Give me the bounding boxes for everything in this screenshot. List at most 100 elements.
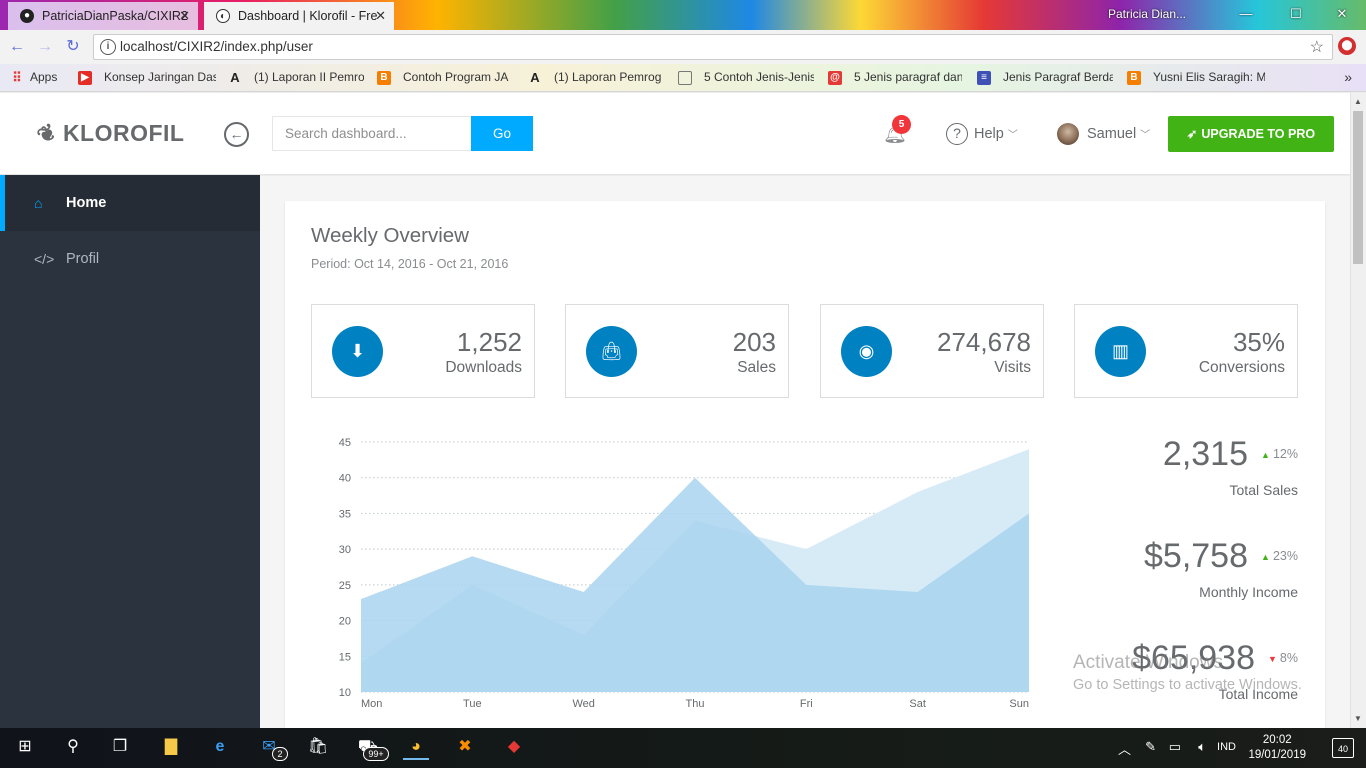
document-icon: ≡ [977,71,991,85]
arrow-left-circle-icon: ← [229,126,244,142]
metric-conversions: ▥ 35% Conversions [1074,304,1298,398]
sidebar: ⌂ Home </> Profil [0,175,260,728]
close-window-icon[interactable]: ✕ [1322,4,1362,24]
tab-title: Dashboard | Klorofil - Fre [238,9,378,23]
bookmark-item[interactable]: A (1) Laporan Pemrog [528,70,664,88]
bookmark-item[interactable]: B Contoh Program JA [377,70,511,88]
bookmark-star-icon[interactable]: ☆ [1310,37,1324,57]
forward-arrow-icon[interactable]: → [34,36,56,58]
bookmarks-bar: ⠿ Apps ▶ Konsep Jaringan Das A (1) Lapor… [0,64,1366,92]
stat-total-income: $65,938 ▼ 8% Total Income [1100,639,1300,709]
eye-icon: ◉ [841,326,892,377]
chrome-icon[interactable]: ◕ [403,734,429,760]
caret-up-icon: ▲ [1261,552,1270,562]
y-tick-label: 30 [339,544,351,556]
pen-tray-icon[interactable]: ✎ [1145,739,1156,755]
metric-value: 274,678 [937,327,1031,357]
task-view-icon[interactable]: ❐ [107,734,133,760]
browser-tab-github[interactable]: ● PatriciaDianPaska/CIXIR2 ✕ [8,2,198,30]
close-tab-icon[interactable]: ✕ [179,2,190,30]
x-tick-label: Mon [361,698,382,710]
edge-browser-icon[interactable]: e [207,734,233,760]
bookmark-item[interactable]: A (1) Laporan II Pemro [228,70,364,88]
extension-icon[interactable]: ⬤ [1338,37,1356,55]
url-omnibox[interactable]: i localhost/CIXIR2/index.php/user ☆ [93,34,1333,60]
y-tick-label: 20 [339,616,351,628]
volume-icon[interactable]: 🔈︎ [1198,739,1206,755]
metric-label: Conversions [1198,359,1285,376]
stat-monthly-income: $5,758 ▲ 23% Monthly Income [1100,537,1300,607]
stat-label: Monthly Income [1199,584,1298,600]
youtube-icon: ▶ [78,71,92,85]
blogger-icon: B [377,71,391,85]
app-header: ❦KLOROFIL ← Go 🔔︎ 5 ?Help﹀ Samuel﹀ ➶UPGR… [0,93,1350,175]
input-language[interactable]: IND [1217,741,1236,753]
browser-profile-name[interactable]: Patricia Dian... [1108,7,1186,21]
scroll-down-icon[interactable]: ▼ [1350,711,1366,727]
bookmark-item[interactable]: @ 5 Jenis paragraf dan [828,70,962,88]
show-hidden-icons-icon[interactable]: ︿ [1118,739,1131,758]
more-bookmarks-icon[interactable]: » [1344,69,1352,85]
bookmark-item[interactable]: ▶ Konsep Jaringan Das [78,70,216,88]
search-input[interactable] [272,116,472,151]
windows-activation-hint: Go to Settings to activate Windows. [1073,677,1302,693]
sidebar-item-home[interactable]: ⌂ Home [0,175,260,231]
scroll-up-icon[interactable]: ▲ [1350,94,1366,110]
bookmark-item[interactable]: ≡ Jenis Paragraf Berda [977,70,1113,88]
chevron-down-icon: ﹀ [1007,129,1018,141]
blogger-icon: B [1127,71,1141,85]
bookmark-apps[interactable]: ⠿ Apps [10,70,70,88]
y-tick-label: 15 [339,651,351,663]
upgrade-to-pro-button[interactable]: ➶ UPGRADE TO PRO [1168,116,1334,152]
search-go-button[interactable]: Go [471,116,533,151]
maximize-window-icon[interactable]: ☐ [1276,4,1316,24]
windows-start-icon[interactable]: ⊞ [12,734,38,760]
close-tab-icon[interactable]: ✕ [375,2,386,30]
system-clock[interactable]: 20:02 19/01/2019 [1248,733,1306,763]
back-arrow-icon[interactable]: ← [6,36,28,58]
tab-title: PatriciaDianPaska/CIXIR2 [42,9,188,23]
leaf-logo-icon: ❦ [32,118,62,150]
url-text[interactable]: localhost/CIXIR2/index.php/user [120,39,313,54]
git-icon[interactable]: ◆ [501,734,527,760]
at-sign-icon: @ [828,71,842,85]
search-icon[interactable]: ⚲ [60,734,86,760]
sidebar-toggle-button[interactable]: ← [224,122,249,147]
github-icon: ● [20,9,34,23]
scrollbar-thumb[interactable] [1353,111,1363,264]
metric-label: Sales [737,359,776,376]
y-tick-label: 40 [339,473,351,485]
browser-tab-dashboard[interactable]: ◐ Dashboard | Klorofil - Fre ✕ [204,2,394,30]
question-circle-icon: ? [946,123,968,145]
reload-icon[interactable]: ↻ [62,36,84,58]
stat-change: ▲ 12% [1261,447,1298,461]
minimize-window-icon[interactable]: — [1226,4,1266,24]
stat-change: ▼ 8% [1268,651,1298,665]
action-center-icon[interactable]: 40 [1332,738,1354,758]
bookmark-item[interactable]: B Yusni Elis Saragih: M [1127,70,1265,88]
site-info-icon[interactable]: i [100,39,116,55]
home-icon: ⌂ [34,195,43,211]
logo[interactable]: ❦KLOROFIL [33,118,184,149]
store-badge: 99+ [363,747,389,761]
windows-taskbar [0,728,1366,768]
rocket-icon: ➶ [1186,127,1198,141]
stat-change: ▲ 23% [1261,549,1298,563]
bookmark-item[interactable]: 5 Contoh Jenis-Jenis [678,70,814,88]
chevron-down-icon: ﹀ [1140,129,1151,141]
metric-visits: ◉ 274,678 Visits [820,304,1044,398]
help-dropdown[interactable]: ? Help ﹀ [946,123,1018,145]
x-tick-label: Sun [1009,698,1029,710]
x-tick-label: Wed [572,698,594,710]
xampp-icon[interactable]: ✖ [452,734,478,760]
metric-value: 35% [1232,327,1285,357]
windows-activation-watermark: Activate Windows [1073,652,1223,673]
sidebar-item-profil[interactable]: </> Profil [0,231,260,287]
battery-icon[interactable]: ▭ [1169,739,1181,755]
file-explorer-icon[interactable]: ▇ [158,734,184,760]
store-icon[interactable]: 🛍︎ [305,734,331,760]
user-dropdown[interactable]: Samuel ﹀ [1057,123,1150,145]
browser-address-bar: ← → ↻ i localhost/CIXIR2/index.php/user … [0,30,1366,64]
metric-value: 1,252 [456,327,522,357]
metric-label: Downloads [445,359,522,376]
